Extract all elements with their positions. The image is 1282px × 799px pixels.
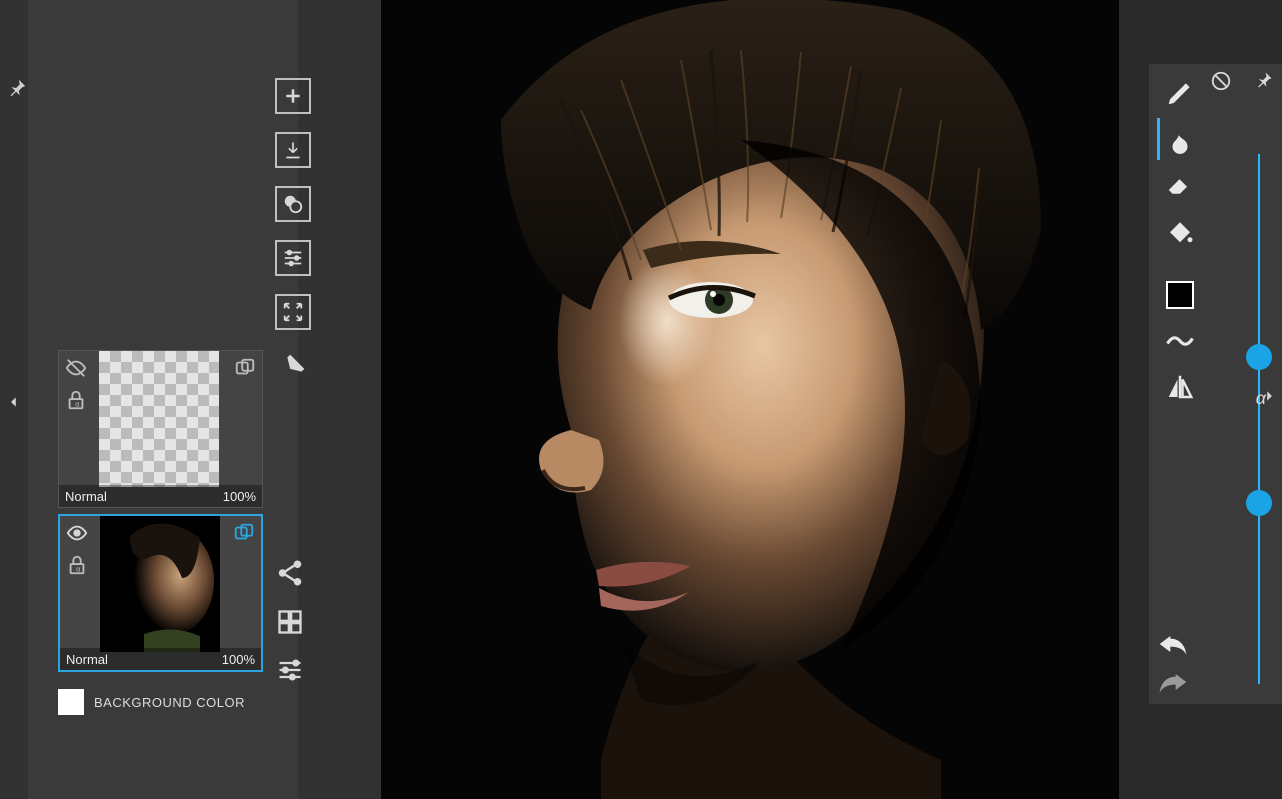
left-sidebar-area: α Normal 100% α xyxy=(0,0,381,799)
eraser-tool[interactable] xyxy=(1157,162,1202,208)
undo-icon[interactable] xyxy=(1157,632,1189,656)
add-layer-button[interactable] xyxy=(275,78,311,114)
tools-strip xyxy=(1157,70,1202,410)
undo-redo-group xyxy=(1157,632,1189,694)
visibility-off-icon[interactable] xyxy=(65,357,87,379)
layer-thumbnail xyxy=(100,516,220,652)
collapse-left-icon[interactable] xyxy=(0,388,28,416)
layers-panel: α Normal 100% α xyxy=(28,0,298,799)
visibility-on-icon[interactable] xyxy=(66,522,88,544)
layer-item[interactable]: α Normal 100% xyxy=(58,350,263,508)
layer-footer: Normal 100% xyxy=(60,648,261,670)
blend-mode-label[interactable]: Normal xyxy=(66,652,108,667)
blend-mode-label[interactable]: Normal xyxy=(65,489,107,504)
expand-right-icon[interactable] xyxy=(1262,386,1276,406)
background-color-swatch[interactable] xyxy=(58,689,84,715)
merge-down-button[interactable] xyxy=(275,132,311,168)
panel-lower-column xyxy=(275,558,305,684)
current-color-swatch[interactable] xyxy=(1166,281,1194,309)
background-color-label: BACKGROUND COLOR xyxy=(94,695,245,710)
layer-shapes-button[interactable] xyxy=(275,186,311,222)
settings-sliders-icon[interactable] xyxy=(276,656,304,684)
transform-button[interactable] xyxy=(275,294,311,330)
tools-panel: α xyxy=(1149,64,1282,704)
canvas[interactable] xyxy=(381,0,1119,799)
clear-layer-button[interactable] xyxy=(275,348,311,384)
symmetry-tool[interactable] xyxy=(1157,364,1202,410)
layer-stack: α Normal 100% α xyxy=(58,350,263,672)
smudge-tool[interactable] xyxy=(1157,116,1202,162)
pin-icon[interactable] xyxy=(1254,70,1274,90)
layer-footer: Normal 100% xyxy=(59,485,262,507)
pen-tool[interactable] xyxy=(1157,70,1202,116)
share-icon[interactable] xyxy=(275,558,305,588)
clipping-icon[interactable] xyxy=(233,522,255,544)
brush-slider-track[interactable] xyxy=(1258,154,1260,684)
disable-icon[interactable] xyxy=(1210,70,1232,92)
brush-size-knob[interactable] xyxy=(1246,344,1272,370)
opacity-label[interactable]: 100% xyxy=(223,489,256,504)
opacity-label[interactable]: 100% xyxy=(222,652,255,667)
redo-icon[interactable] xyxy=(1157,670,1189,694)
alpha-lock-icon[interactable]: α xyxy=(66,554,88,576)
svg-text:α: α xyxy=(76,564,81,573)
layer-item[interactable]: α Normal xyxy=(58,514,263,672)
svg-text:α: α xyxy=(75,399,80,408)
wave-tool[interactable] xyxy=(1157,318,1202,364)
adjustments-button[interactable] xyxy=(275,240,311,276)
layer-thumbnail xyxy=(99,351,219,487)
grid-icon[interactable] xyxy=(276,608,304,636)
layer-action-column xyxy=(275,78,311,384)
fill-bucket-tool[interactable] xyxy=(1157,208,1202,254)
pin-icon[interactable] xyxy=(6,77,28,99)
alpha-lock-icon[interactable]: α xyxy=(65,389,87,411)
color-swatch[interactable] xyxy=(1157,272,1202,318)
brush-opacity-knob[interactable] xyxy=(1246,490,1272,516)
clipping-icon[interactable] xyxy=(234,357,256,379)
background-color-row[interactable]: BACKGROUND COLOR xyxy=(58,688,263,716)
